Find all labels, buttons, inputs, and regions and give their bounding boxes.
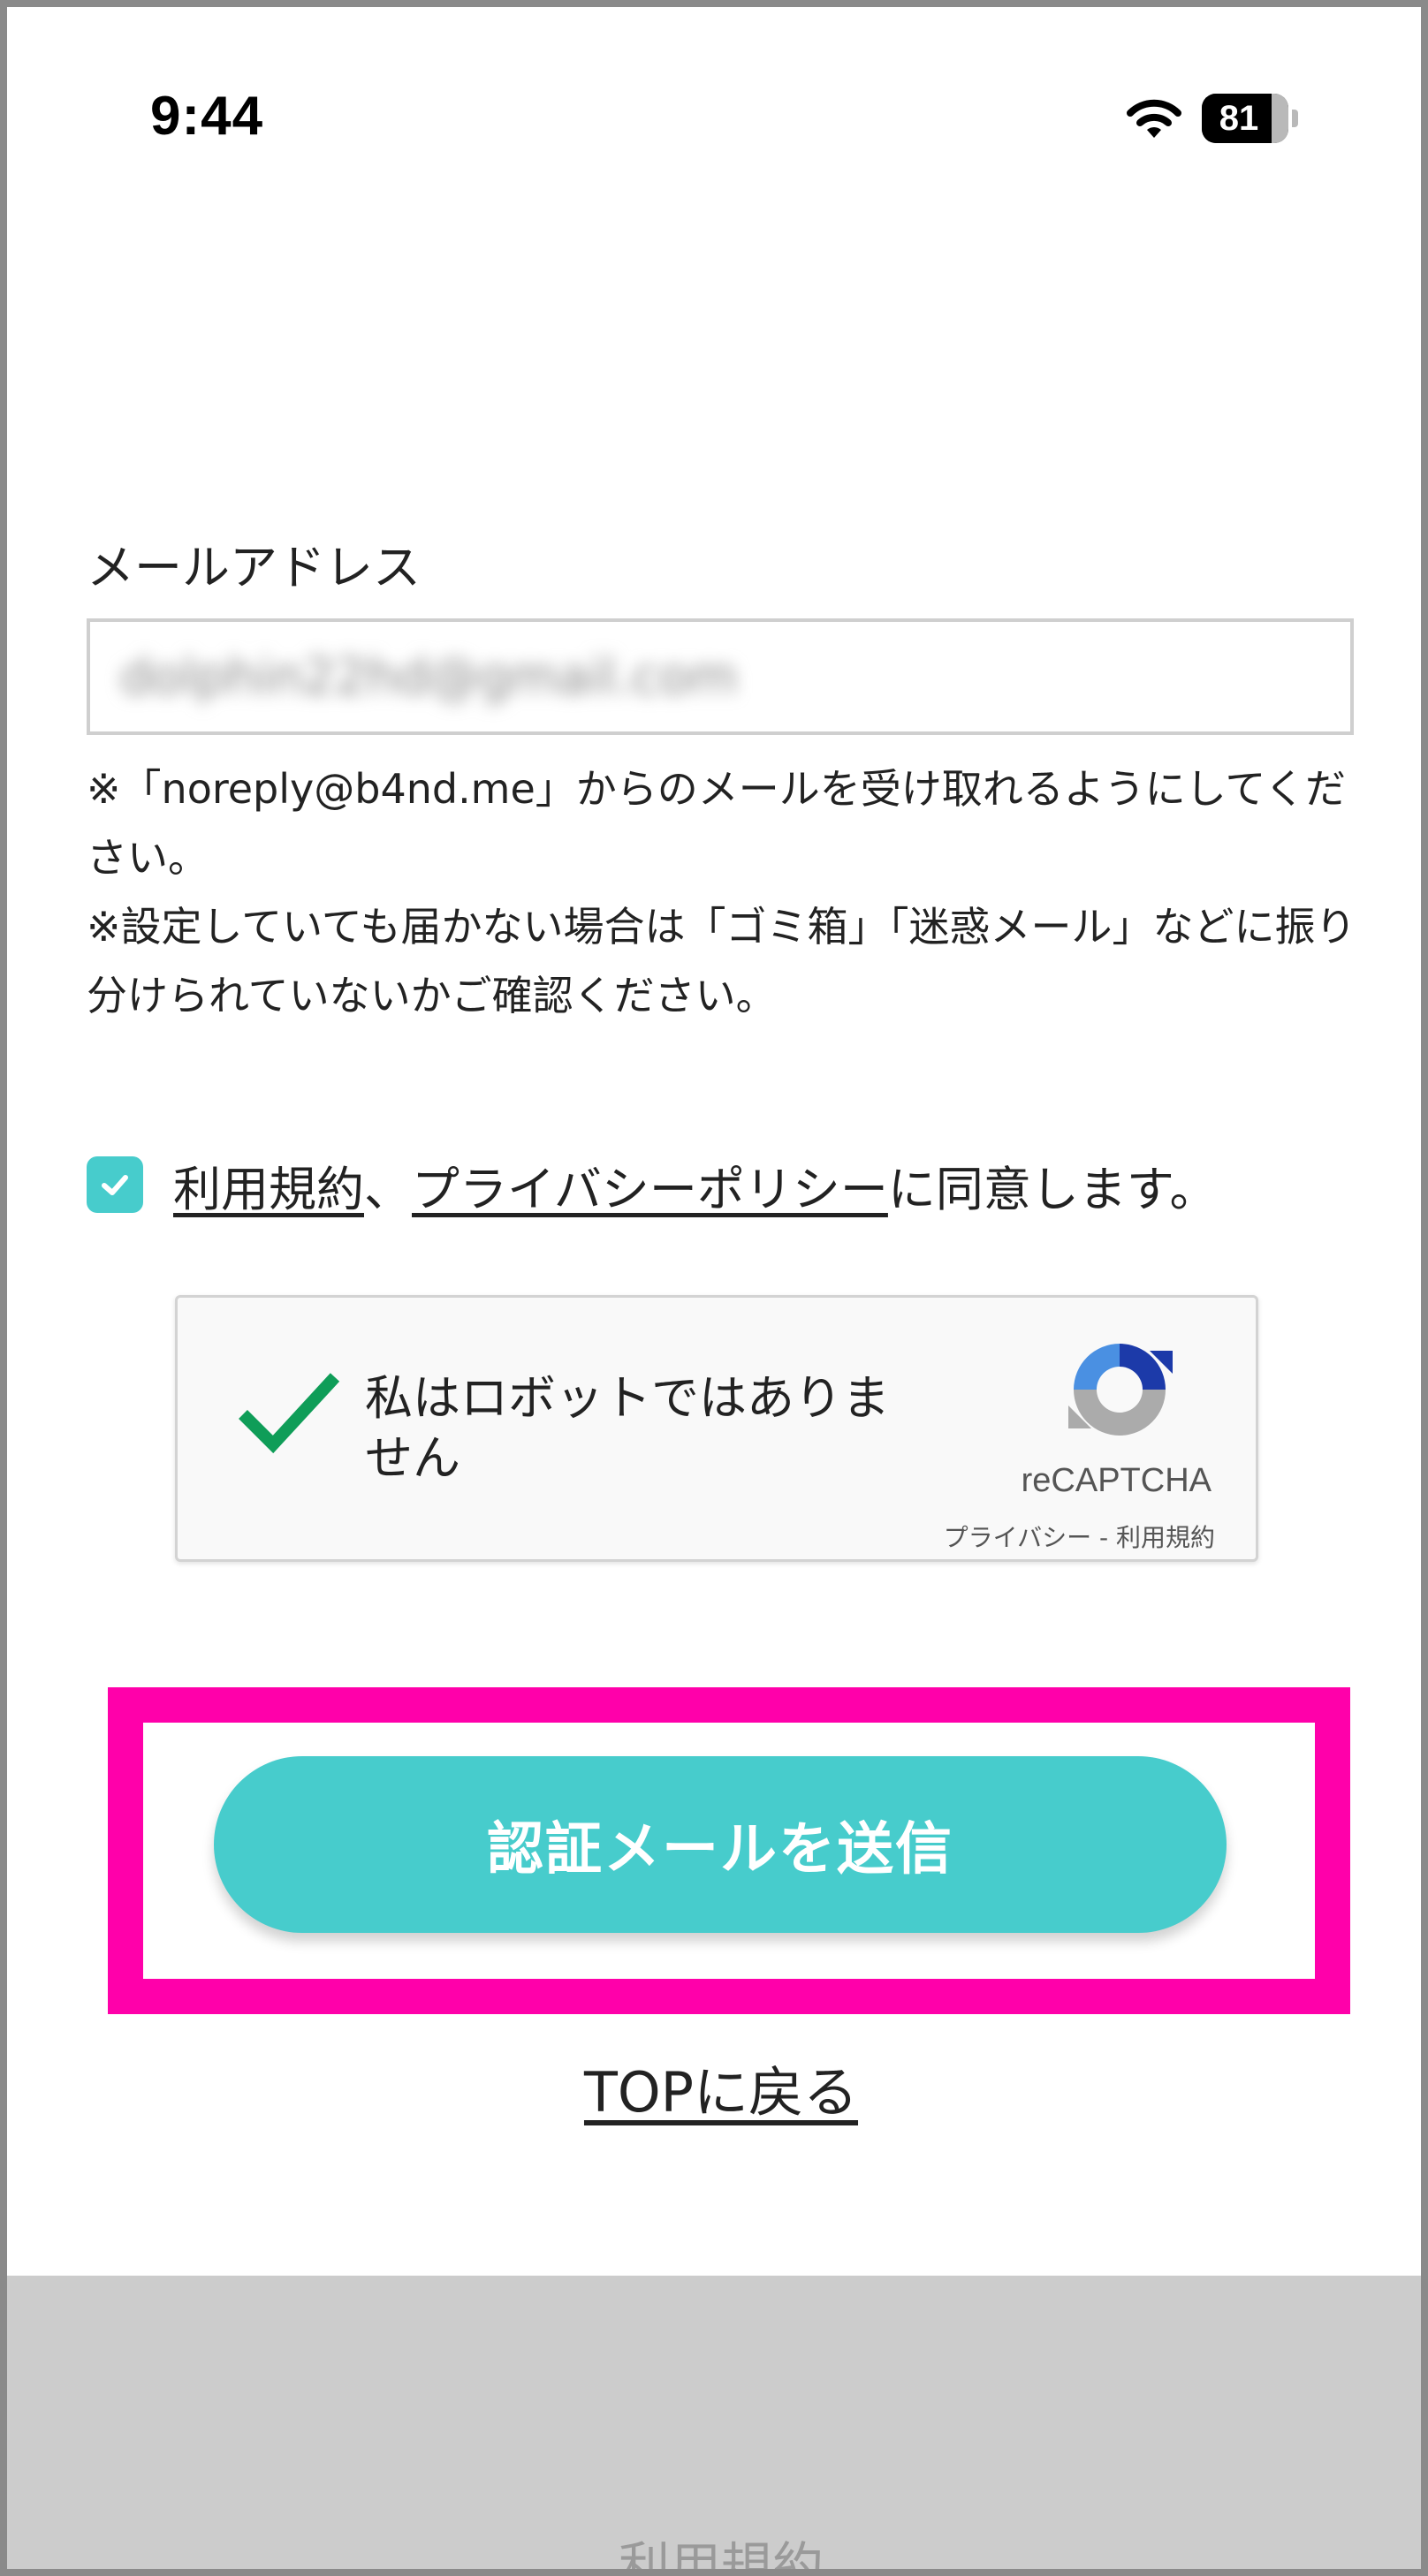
agree-separator: 、 bbox=[364, 1161, 412, 1217]
note-spam: ※設定していても届かない場合は「ゴミ箱」「迷惑メール」などに振り分けられていない… bbox=[87, 903, 1356, 1019]
recaptcha-terms-link[interactable]: 利用規約 bbox=[1116, 1523, 1215, 1552]
privacy-policy-link[interactable]: プライバシーポリシー bbox=[412, 1162, 888, 1217]
agree-checkbox[interactable] bbox=[87, 1156, 143, 1213]
battery-level: 81 bbox=[1219, 98, 1259, 138]
send-verification-email-button[interactable]: 認証メールを送信 bbox=[214, 1756, 1227, 1933]
check-icon bbox=[102, 1175, 128, 1195]
recaptcha-links: プライバシー - 利用規約 bbox=[944, 1519, 1215, 1554]
screen: 9:44 81 メールアドレス dolphin22hd@gmail.com ※「… bbox=[0, 0, 1428, 2576]
recaptcha-check-icon bbox=[239, 1373, 340, 1453]
battery-nub bbox=[1292, 110, 1298, 127]
note-receive: ※「noreply@b4nd.me」からのメールを受け取れるようにしてください。 bbox=[87, 765, 1347, 882]
battery-icon: 81 bbox=[1202, 94, 1288, 143]
wifi-icon bbox=[1127, 99, 1181, 138]
email-value: dolphin22hd@gmail.com bbox=[120, 648, 738, 706]
email-label: メールアドレス bbox=[87, 540, 421, 595]
recaptcha-brand: reCAPTCHA bbox=[1021, 1462, 1212, 1499]
email-input[interactable]: dolphin22hd@gmail.com bbox=[87, 618, 1354, 735]
footer: 利用規約 bbox=[7, 2276, 1421, 2569]
terms-link[interactable]: 利用規約 bbox=[173, 1162, 364, 1217]
recaptcha-privacy-link[interactable]: プライバシー bbox=[944, 1523, 1091, 1552]
back-to-top-link[interactable]: TOPに戻る bbox=[584, 2060, 858, 2125]
agree-row: 利用規約、プライバシーポリシーに同意します。 bbox=[87, 1152, 1218, 1217]
footer-terms-link[interactable]: 利用規約 bbox=[7, 2525, 1421, 2569]
email-notes: ※「noreply@b4nd.me」からのメールを受け取れるようにしてください。… bbox=[87, 754, 1359, 1030]
recaptcha-logo-icon bbox=[1068, 1344, 1173, 1436]
agree-text: 利用規約、プライバシーポリシーに同意します。 bbox=[173, 1150, 1218, 1220]
recaptcha-label: 私はロボットではありません bbox=[365, 1370, 890, 1486]
top-link-row: TOPに戻る bbox=[7, 2048, 1421, 2127]
recaptcha-separator: - bbox=[1091, 1523, 1116, 1552]
status-time: 9:44 bbox=[150, 86, 264, 147]
recaptcha-widget[interactable]: 私はロボットではありません reCAPTCHA プライバシー - 利用規約 bbox=[175, 1295, 1258, 1562]
agree-suffix: に同意します。 bbox=[887, 1161, 1218, 1217]
